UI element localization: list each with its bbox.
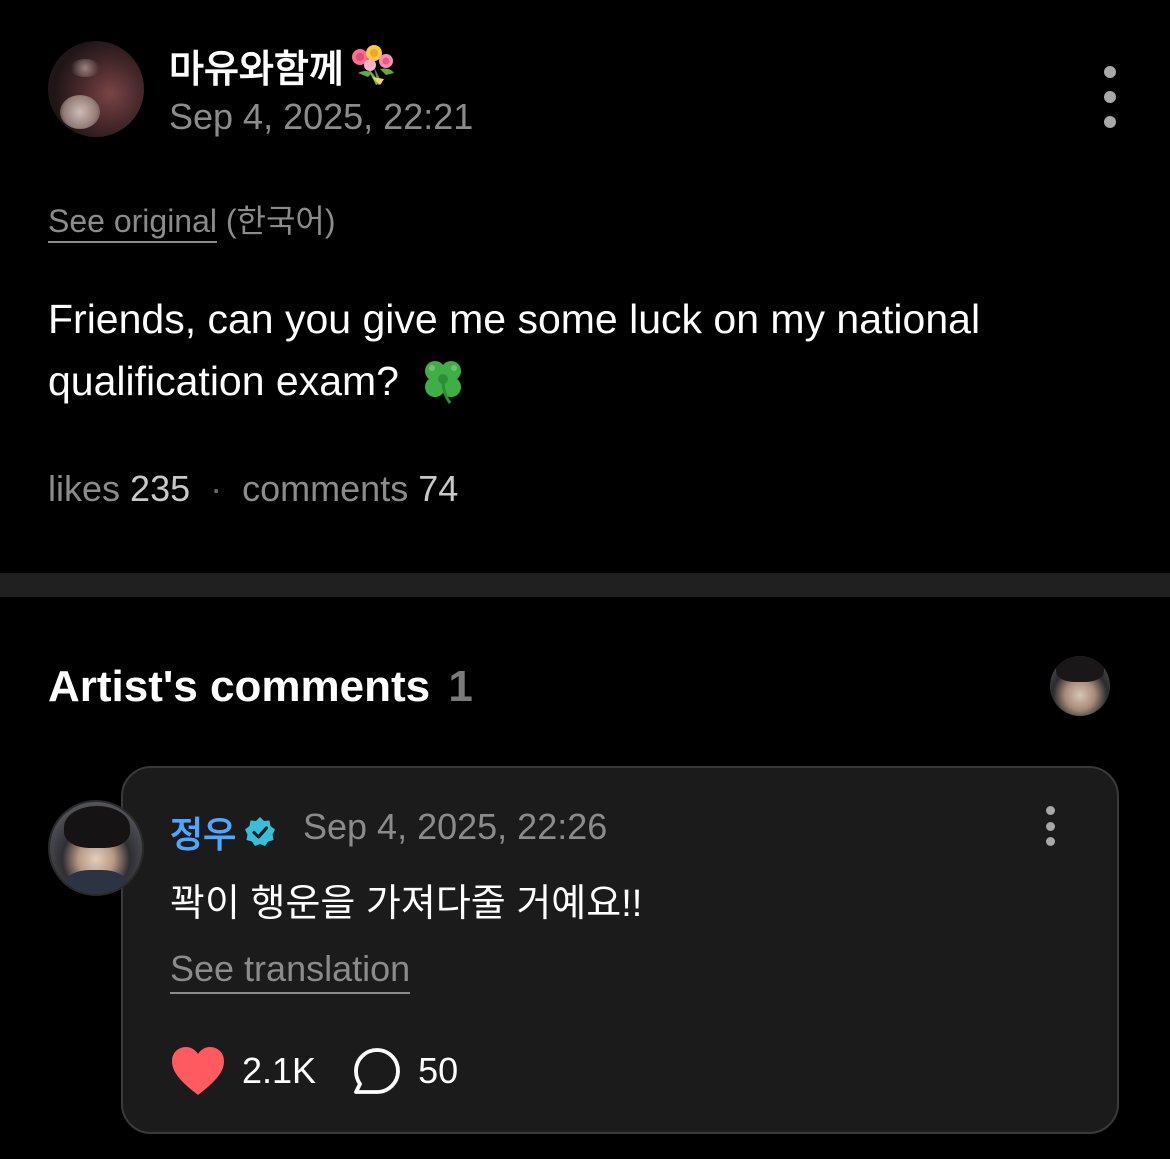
dot bbox=[1104, 116, 1116, 128]
avatar-hair bbox=[1056, 656, 1104, 682]
artist-avatar-small[interactable] bbox=[1050, 656, 1110, 716]
comments-count[interactable]: 74 bbox=[418, 468, 458, 509]
dot bbox=[1045, 837, 1055, 846]
comment-reply-count: 50 bbox=[418, 1050, 459, 1091]
artist-comments-title: Artist's comments 1 bbox=[48, 662, 473, 712]
dot bbox=[1045, 806, 1055, 815]
post-date: Sep 4, 2025, 22:21 bbox=[169, 96, 474, 137]
post-author-name[interactable]: 마유와함께 bbox=[169, 38, 398, 93]
comment-author-name-text: 정우 bbox=[170, 814, 237, 855]
post-more-options-icon[interactable] bbox=[1090, 62, 1130, 132]
reply-bubble-icon[interactable] bbox=[352, 1046, 402, 1096]
avatar-hair bbox=[64, 806, 130, 848]
four-leaf-clover-icon bbox=[425, 361, 462, 404]
heart-icon[interactable] bbox=[170, 1045, 226, 1097]
original-language: (한국어) bbox=[225, 203, 336, 239]
dot bbox=[1045, 821, 1055, 831]
likes-label: likes bbox=[48, 468, 121, 509]
comment-author-avatar[interactable] bbox=[48, 800, 144, 896]
post-author-name-text: 마유와함께 bbox=[169, 49, 344, 91]
comment-actions: 2.1K 50 bbox=[170, 1043, 458, 1099]
section-divider bbox=[0, 573, 1170, 597]
bouquet-icon bbox=[351, 44, 394, 85]
artist-comments-title-text: Artist's comments bbox=[48, 662, 431, 711]
stats-separator: · bbox=[210, 468, 223, 509]
comment-more-options-icon[interactable] bbox=[1030, 806, 1070, 846]
post-body: Friends, can you give me some luck on my… bbox=[48, 288, 1128, 412]
comments-label: comments bbox=[242, 468, 409, 509]
see-original-link[interactable]: See original bbox=[48, 203, 217, 243]
dot bbox=[1104, 91, 1116, 103]
dot bbox=[1104, 66, 1116, 78]
avatar-highlight-2 bbox=[70, 59, 100, 77]
comment-like-count: 2.1K bbox=[242, 1050, 317, 1091]
see-original-row: See original (한국어) bbox=[48, 196, 336, 243]
avatar-shirt bbox=[66, 870, 126, 894]
post-author-avatar[interactable] bbox=[48, 41, 144, 137]
post-stats: likes 235 · comments 74 bbox=[48, 468, 458, 510]
likes-count[interactable]: 235 bbox=[130, 468, 190, 509]
verified-badge-icon bbox=[245, 817, 276, 846]
comment-date: Sep 4, 2025, 22:26 bbox=[303, 806, 608, 847]
see-translation-link[interactable]: See translation bbox=[170, 948, 411, 994]
comment-author-name[interactable]: 정우 bbox=[170, 806, 276, 858]
post-body-text: Friends, can you give me some luck on my… bbox=[48, 296, 981, 404]
avatar-highlight bbox=[60, 95, 100, 129]
artist-comments-count: 1 bbox=[448, 662, 473, 711]
comment-text: 꽉이 행운을 가져다줄 거예요!! bbox=[170, 883, 643, 925]
